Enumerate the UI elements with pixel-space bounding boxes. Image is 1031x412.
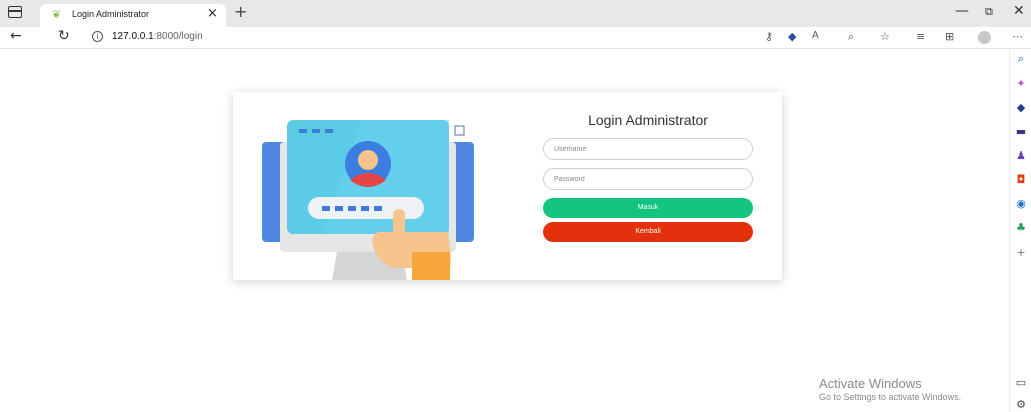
shopping-icon[interactable]: ◆ [1015, 102, 1027, 114]
profile-icon[interactable] [978, 31, 991, 44]
gear-icon[interactable]: ⚙ [1015, 399, 1027, 411]
info-icon[interactable]: i [92, 31, 103, 42]
new-tab-button[interactable]: + [234, 2, 247, 21]
login-button[interactable]: Masuk [543, 198, 753, 218]
minimize-icon[interactable]: — [955, 3, 969, 19]
url-field[interactable]: 127.0.0.1:8000/login [112, 31, 203, 42]
scan-icon [454, 125, 465, 136]
activation-watermark: Activate Windows Go to Settings to activ… [819, 376, 961, 402]
more-icon[interactable]: ⋯ [1012, 30, 1023, 43]
url-path: :8000/login [153, 31, 203, 42]
key-icon[interactable]: ⚷ [765, 30, 773, 43]
leaf-icon: ❦ [52, 8, 62, 21]
search-icon[interactable]: ⌕ [1015, 53, 1027, 65]
tab-strip: ❦ Login Administrator × + — ⧉ ✕ [0, 0, 1031, 27]
tag-icon[interactable]: ◆ [788, 30, 796, 43]
restore-icon[interactable]: ⧉ [985, 5, 993, 19]
password-field[interactable] [543, 168, 753, 190]
add-icon[interactable]: + [1015, 247, 1027, 259]
edge-sidebar: ⌕ ✦ ◆ ▬ ♟ ◘ ◉ ♣ + ▭ ⚙ [1009, 49, 1031, 412]
address-bar-row: ← ↻ i 127.0.0.1:8000/login ⚷ ◆ A ⌕ ☆ ≡ ⊞… [0, 27, 1031, 49]
watermark-subtitle: Go to Settings to activate Windows. [819, 392, 962, 402]
zoom-icon[interactable]: ⌕ [848, 30, 854, 44]
favorite-add-icon[interactable]: ☆ [880, 30, 890, 43]
reload-icon[interactable]: ↻ [58, 28, 70, 44]
sparkle-icon[interactable]: ✦ [1015, 78, 1027, 90]
collections-icon[interactable]: ⊞ [945, 30, 954, 43]
office-icon[interactable]: ◘ [1015, 174, 1027, 186]
tree-icon[interactable]: ♣ [1015, 222, 1027, 234]
watermark-title: Activate Windows [819, 376, 922, 391]
arrow-left-icon[interactable]: ← [10, 28, 22, 44]
tab-actions-icon[interactable] [8, 6, 22, 18]
favorites-icon[interactable]: ≡ [916, 30, 925, 43]
browser-tab[interactable]: ❦ Login Administrator × [40, 4, 226, 27]
back-button[interactable]: Kembali [543, 222, 753, 242]
tab-close-icon[interactable]: × [207, 6, 218, 21]
close-icon[interactable]: ✕ [1013, 3, 1025, 19]
username-field[interactable] [543, 138, 753, 160]
briefcase-icon[interactable]: ▬ [1015, 126, 1027, 138]
url-host: 127.0.0.1 [112, 31, 154, 42]
login-illustration [262, 120, 474, 280]
login-title: Login Administrator [588, 112, 708, 128]
read-aloud-icon[interactable]: A [812, 30, 819, 41]
sidebar-layout-icon[interactable]: ▭ [1015, 377, 1027, 389]
outlook-icon[interactable]: ◉ [1015, 198, 1027, 210]
tab-title: Login Administrator [72, 9, 150, 19]
games-icon[interactable]: ♟ [1015, 150, 1027, 162]
